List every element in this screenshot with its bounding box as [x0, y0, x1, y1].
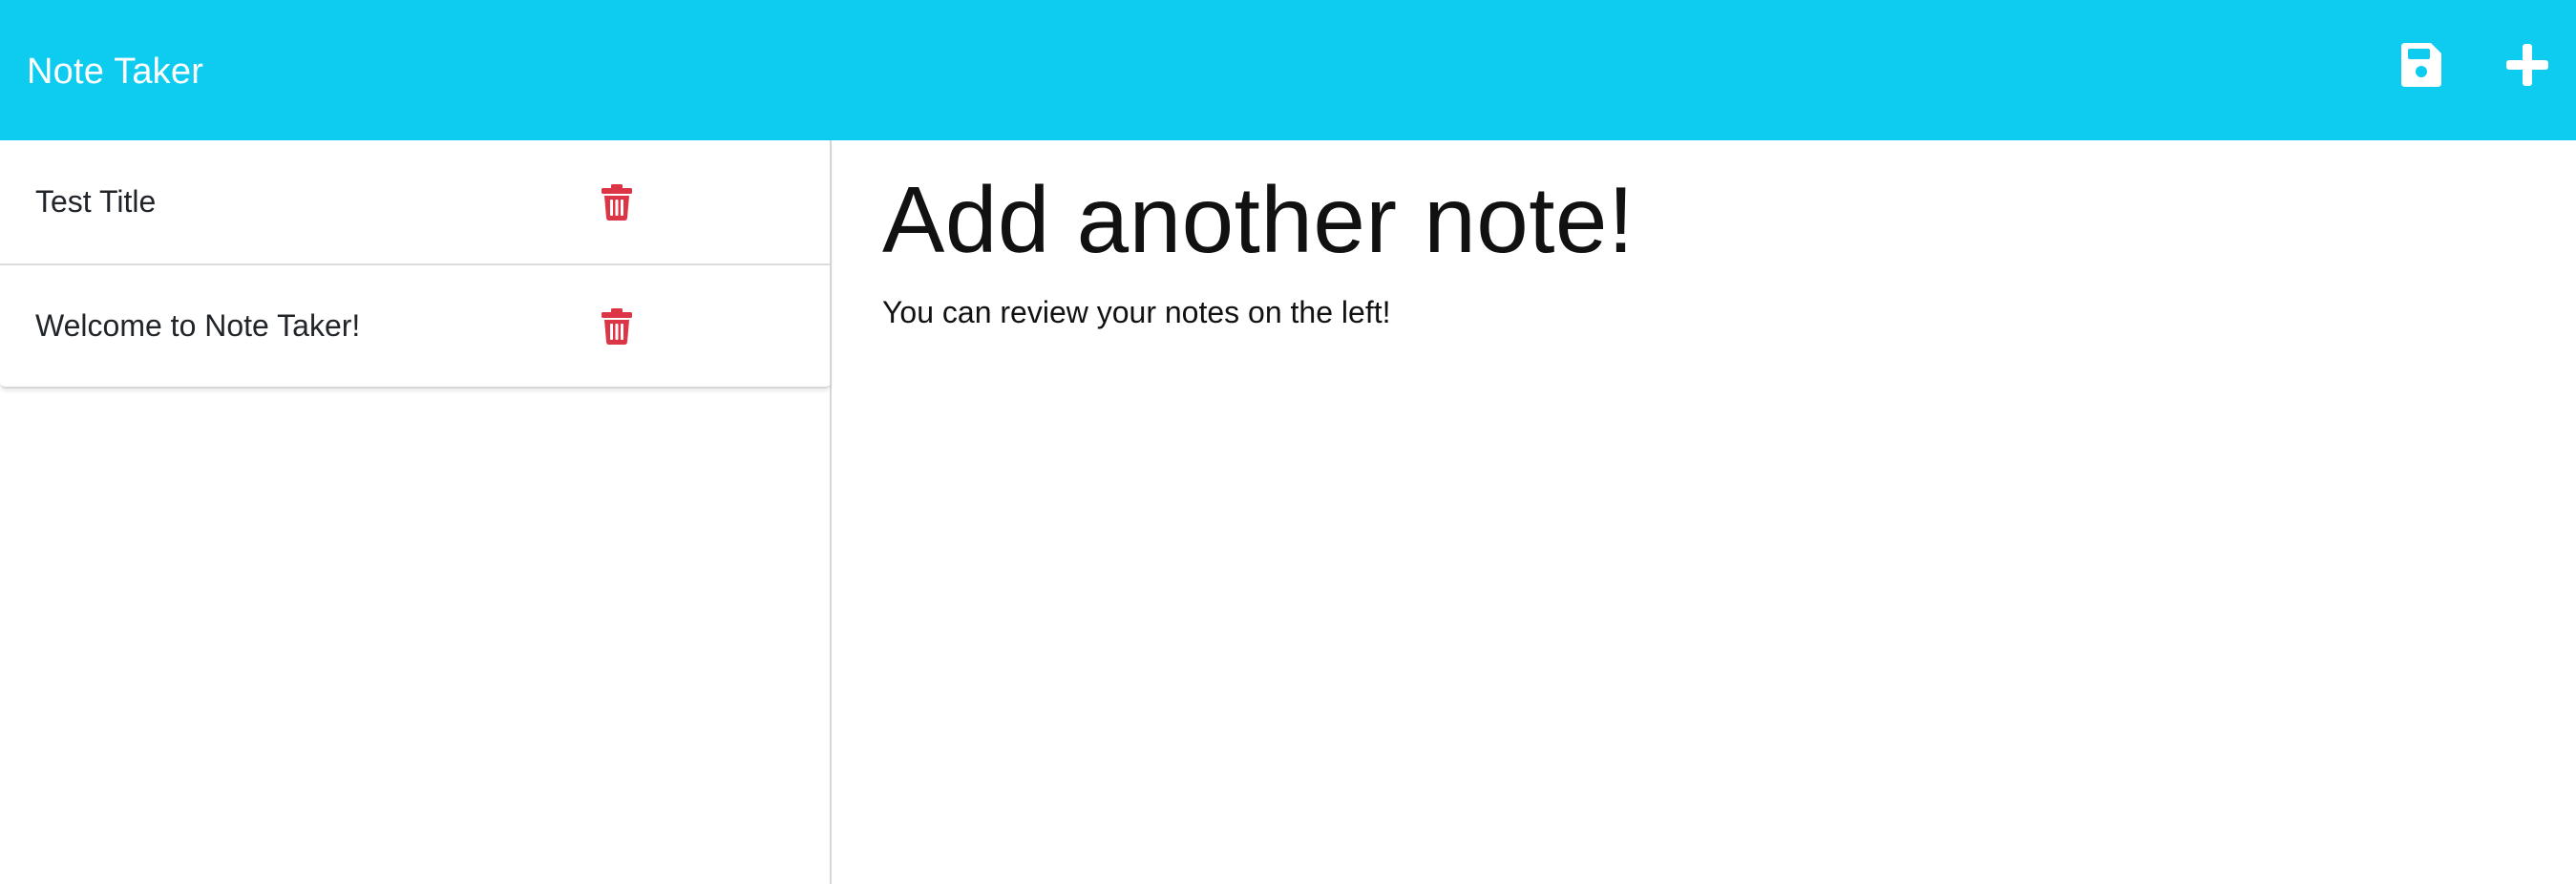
notes-list: Test Title Welcome to Note Taker!: [0, 140, 831, 389]
trash-icon: [602, 183, 632, 221]
note-list-item[interactable]: Welcome to Note Taker!: [0, 263, 831, 387]
note-title: Test Title: [35, 184, 157, 219]
note-editor-area: Add another note! You can review your no…: [834, 140, 2576, 884]
note-list-item[interactable]: Test Title: [0, 140, 831, 263]
delete-note-button[interactable]: [600, 183, 634, 221]
trash-icon: [602, 307, 632, 345]
delete-note-button[interactable]: [600, 307, 634, 346]
page-subtitle: You can review your notes on the left!: [882, 294, 1391, 329]
app-brand[interactable]: Note Taker: [27, 53, 203, 90]
notes-sidebar: Test Title Welcome to Note Taker!: [0, 140, 832, 884]
new-note-button[interactable]: [2499, 36, 2556, 94]
navbar: Note Taker: [0, 0, 2576, 140]
page-title: Add another note!: [882, 167, 1635, 272]
save-note-button[interactable]: [2393, 36, 2450, 94]
save-icon: [2401, 43, 2441, 87]
note-title: Welcome to Note Taker!: [35, 308, 361, 343]
plus-icon: [2506, 44, 2548, 86]
